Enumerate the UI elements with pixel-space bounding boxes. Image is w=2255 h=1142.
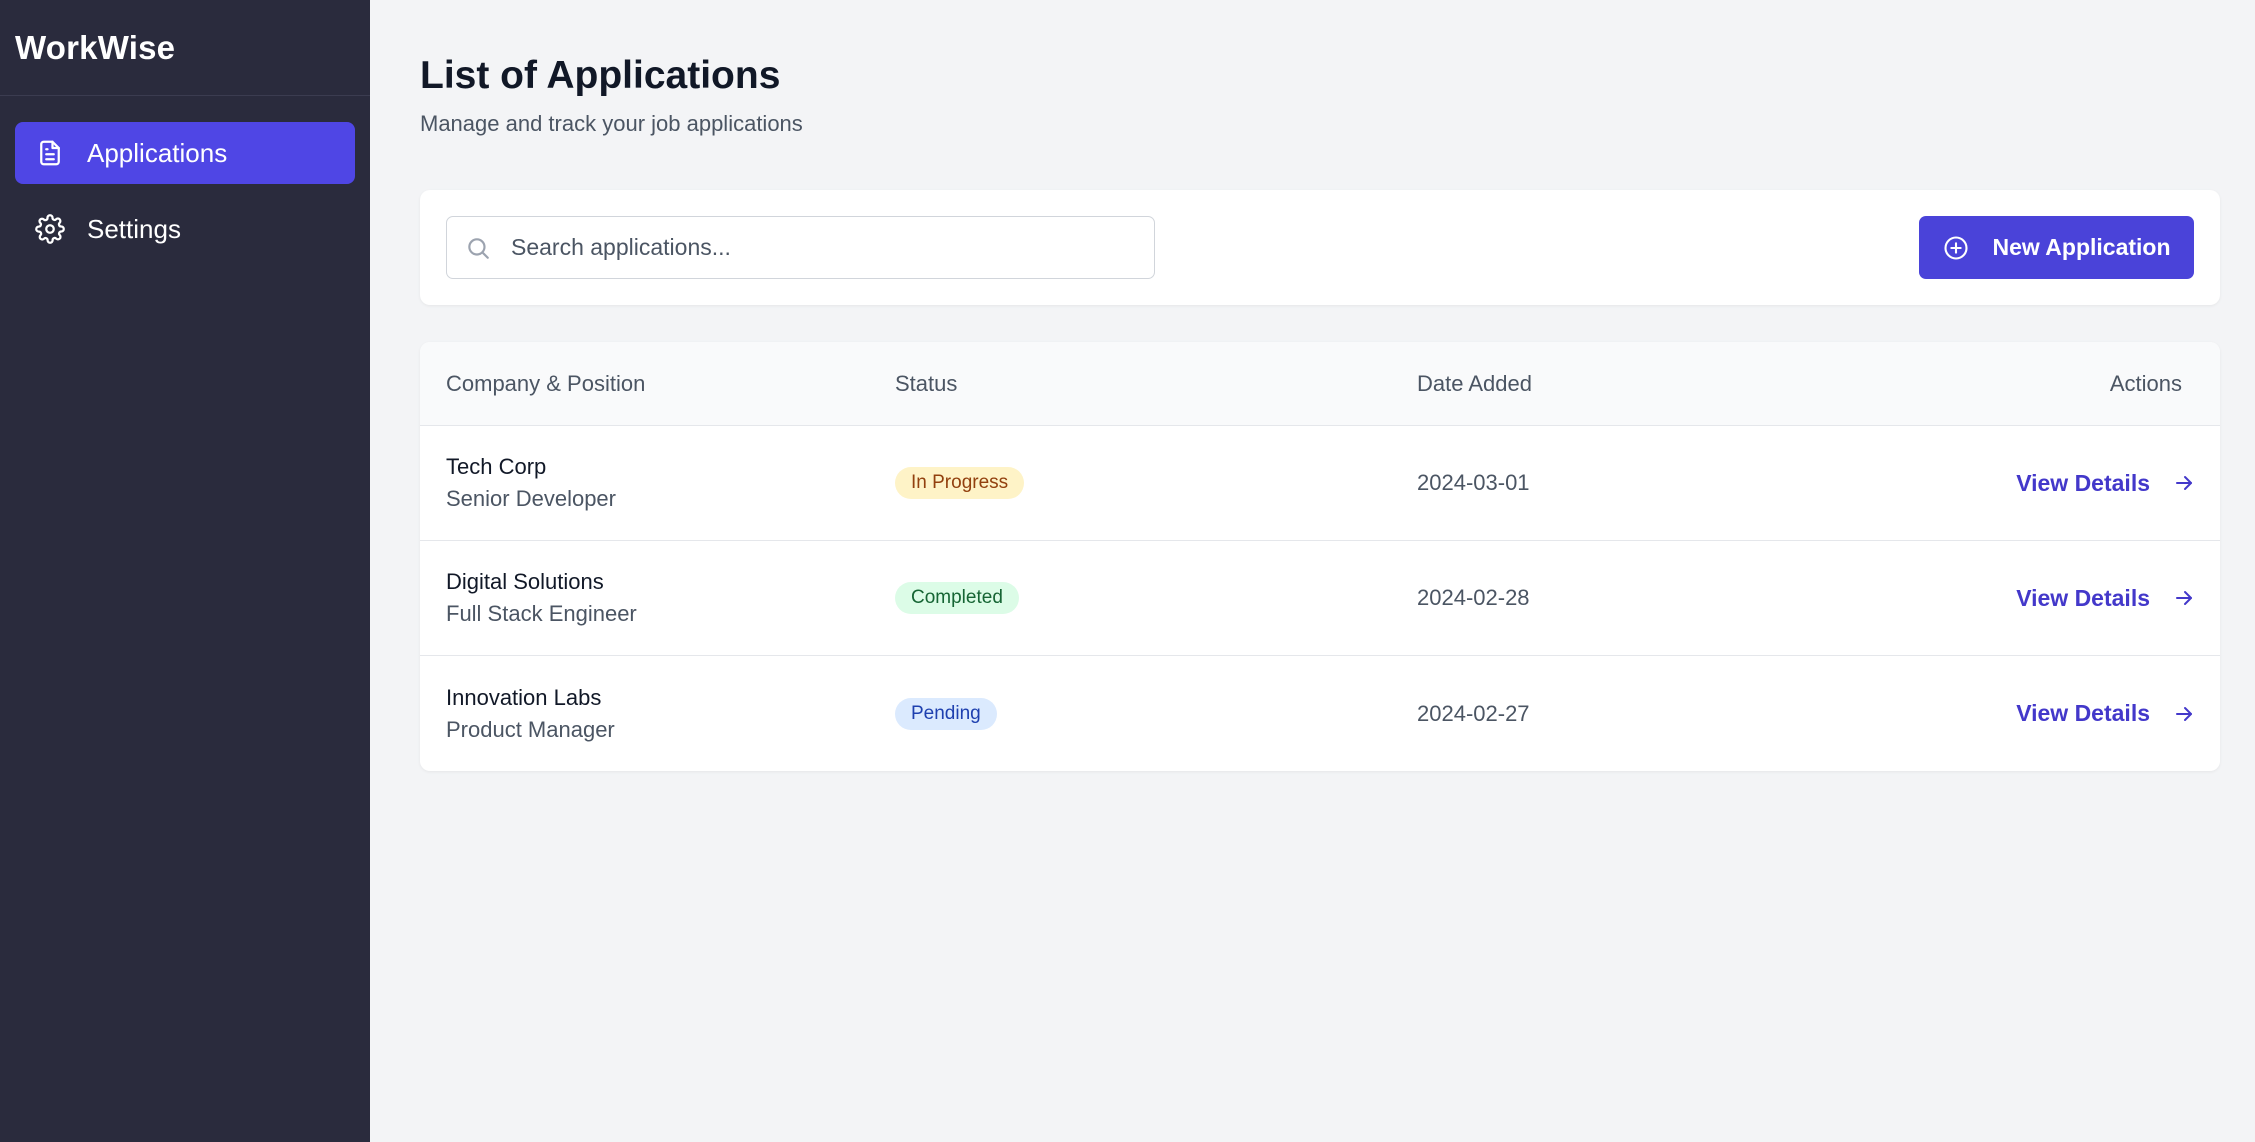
page-subtitle: Manage and track your job applications [420, 111, 803, 136]
view-details-link[interactable]: View Details [2016, 470, 2196, 497]
main-content: List of Applications Manage and track yo… [370, 0, 2255, 1142]
arrow-right-icon [2172, 586, 2196, 610]
sidebar-item-label: Settings [87, 213, 181, 244]
search-box [446, 216, 1155, 279]
toolbar: New Application [420, 190, 2220, 305]
status-badge: Pending [895, 697, 997, 730]
header-company: Company & Position [446, 370, 646, 396]
sidebar-item-label: Applications [87, 137, 228, 168]
table-row: Tech Corp Senior Developer In Progress 2… [420, 426, 2220, 541]
sidebar-item-settings[interactable]: Settings [15, 198, 355, 260]
company-name: Tech Corp [446, 454, 547, 479]
actions-cell: View Details [1717, 700, 2220, 727]
view-details-link[interactable]: View Details [2016, 585, 2196, 612]
date-added: 2024-02-27 [1417, 700, 1530, 726]
new-application-button[interactable]: New Application [1919, 216, 2194, 279]
company-name: Digital Solutions [446, 569, 604, 594]
position-title: Product Manager [446, 716, 615, 742]
header-date: Date Added [1417, 370, 1532, 396]
table-header: Company & Position Status Date Added Act… [420, 342, 2220, 426]
sidebar-item-applications[interactable]: Applications [15, 122, 355, 184]
search-input[interactable] [511, 234, 1111, 261]
status-cell: In Progress [895, 467, 1417, 499]
position-title: Full Stack Engineer [446, 601, 637, 626]
plus-circle-icon [1942, 234, 1970, 262]
document-icon [35, 138, 65, 168]
company-cell: Innovation Labs Product Manager [420, 683, 895, 745]
date-cell: 2024-02-27 [1417, 701, 1717, 727]
applications-table: Company & Position Status Date Added Act… [420, 342, 2220, 771]
table-row: Digital Solutions Full Stack Engineer Co… [420, 541, 2220, 656]
company-cell: Digital Solutions Full Stack Engineer [420, 567, 895, 629]
view-details-link[interactable]: View Details [2016, 700, 2196, 727]
sidebar-nav: Applications Settings [0, 96, 370, 260]
brand-logo[interactable]: WorkWise [0, 0, 370, 96]
date-added: 2024-02-28 [1417, 585, 1530, 610]
app-shell: WorkWise Applications Settings List of A… [0, 0, 2255, 1142]
status-badge: In Progress [895, 467, 1025, 499]
view-details-label: View Details [2016, 584, 2150, 611]
actions-cell: View Details [1717, 470, 2220, 497]
header-actions: Actions [2109, 370, 2182, 396]
new-application-label: New Application [1992, 234, 2171, 260]
table-row: Innovation Labs Product Manager Pending … [420, 656, 2220, 771]
view-details-label: View Details [2016, 469, 2150, 496]
status-badge: Completed [895, 582, 1019, 614]
status-cell: Pending [895, 697, 1417, 730]
search-icon [465, 235, 491, 261]
date-added: 2024-03-01 [1417, 470, 1530, 495]
view-details-label: View Details [2016, 700, 2150, 726]
page-title: List of Applications [420, 54, 781, 97]
date-cell: 2024-03-01 [1417, 470, 1717, 496]
arrow-right-icon [2172, 702, 2196, 726]
company-cell: Tech Corp Senior Developer [420, 452, 895, 514]
header-status: Status [895, 370, 958, 396]
arrow-right-icon [2172, 471, 2196, 495]
date-cell: 2024-02-28 [1417, 585, 1717, 611]
actions-cell: View Details [1717, 585, 2220, 612]
gear-icon [35, 214, 65, 244]
company-name: Innovation Labs [446, 684, 602, 710]
sidebar: WorkWise Applications Settings [0, 0, 370, 1142]
position-title: Senior Developer [446, 486, 616, 511]
status-cell: Completed [895, 582, 1417, 614]
